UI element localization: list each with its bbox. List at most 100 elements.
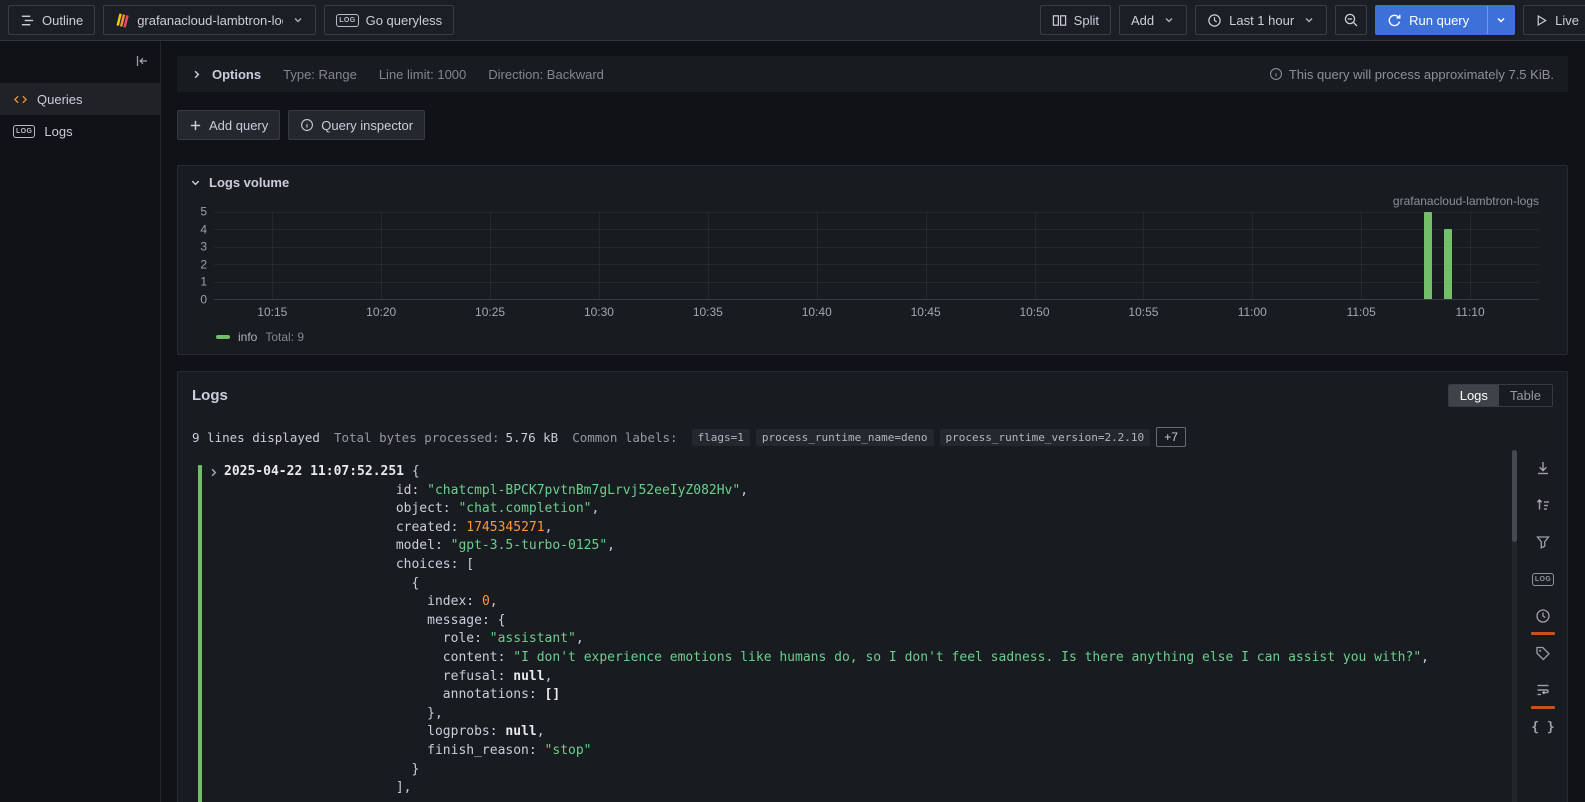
x-axis-tick: 10:20 bbox=[366, 305, 396, 319]
log-scrollbar-thumb[interactable] bbox=[1512, 450, 1517, 542]
log-json-line: logprobs: null, bbox=[208, 723, 1489, 742]
log-json-line: ], bbox=[208, 779, 1489, 798]
info-icon bbox=[1269, 67, 1283, 81]
log-json-segment: : bbox=[529, 743, 545, 758]
options-left: Options Type: Range Line limit: 1000 Dir… bbox=[191, 67, 604, 82]
download-logs-icon[interactable] bbox=[1529, 454, 1557, 482]
log-scrollbar[interactable] bbox=[1512, 450, 1517, 802]
label-chip: process_runtime_name=deno bbox=[756, 429, 934, 446]
sidebar-item-label: Queries bbox=[37, 92, 83, 107]
log-json-line: message: { bbox=[208, 612, 1489, 631]
more-labels-button[interactable]: +7 bbox=[1156, 427, 1186, 447]
bytes-processed-label: Total bytes processed: bbox=[334, 430, 500, 445]
go-queryless-label: Go queryless bbox=[366, 13, 443, 28]
wrap-lines-icon[interactable] bbox=[1529, 676, 1557, 704]
log-json-segment: null bbox=[513, 669, 544, 684]
common-labels-label: Common labels: bbox=[572, 430, 677, 445]
add-dropdown-button[interactable]: Add bbox=[1119, 5, 1187, 35]
add-query-button[interactable]: Add query bbox=[177, 110, 280, 140]
logs-panel-title: Logs bbox=[192, 387, 228, 404]
x-axis-tick: 10:15 bbox=[257, 305, 287, 319]
add-label: Add bbox=[1131, 13, 1154, 28]
log-json-segment: "chat.completion" bbox=[458, 501, 591, 516]
unique-labels-icon[interactable] bbox=[1529, 639, 1557, 667]
options-expand-toggle[interactable]: Options bbox=[191, 67, 261, 82]
outline-button[interactable]: Outline bbox=[8, 5, 95, 35]
log-json-segment: : { bbox=[482, 613, 505, 628]
query-inspector-label: Query inspector bbox=[321, 118, 413, 133]
log-json-line: choices: [ bbox=[208, 556, 1489, 575]
run-query-main[interactable]: Run query bbox=[1376, 6, 1480, 34]
prettify-json-icon[interactable]: { } bbox=[1529, 713, 1557, 741]
log-json-line: id: "chatcmpl-BPCK7pvtnBm7gLrvj52eeIyZ08… bbox=[208, 482, 1489, 501]
log-json-segment: null bbox=[505, 724, 536, 739]
view-toggle-logs[interactable]: Logs bbox=[1449, 385, 1499, 406]
logs-volume-header[interactable]: Logs volume bbox=[188, 175, 1557, 190]
refresh-icon bbox=[1387, 13, 1402, 28]
outline-icon bbox=[20, 13, 35, 28]
datasource-picker[interactable]: grafanacloud-lambtron-logs bbox=[103, 5, 316, 35]
log-json-segment: , bbox=[576, 631, 584, 646]
query-cost-info: This query will process approximately 7.… bbox=[1269, 67, 1554, 82]
log-json-segment: "I don't experience emotions like humans… bbox=[513, 650, 1421, 665]
logs-volume-title: Logs volume bbox=[209, 175, 289, 190]
log-json-line: refusal: null, bbox=[208, 668, 1489, 687]
log-json-segment: index bbox=[427, 594, 466, 609]
zoom-out-button[interactable] bbox=[1335, 5, 1367, 35]
add-query-label: Add query bbox=[209, 118, 268, 133]
legend-label-info[interactable]: info bbox=[238, 330, 257, 344]
log-open-brace: { bbox=[404, 463, 420, 482]
live-button[interactable]: Live bbox=[1523, 5, 1585, 35]
log-options-icon[interactable]: LOG bbox=[1529, 565, 1557, 593]
go-queryless-button[interactable]: LOG Go queryless bbox=[324, 5, 454, 35]
log-rows-area: 2025-04-22 11:07:52.251 { id: "chatcmpl-… bbox=[192, 463, 1553, 798]
time-range-label: Last 1 hour bbox=[1229, 13, 1294, 28]
log-json-line: } bbox=[208, 761, 1489, 780]
view-toggle-table[interactable]: Table bbox=[1499, 385, 1552, 406]
logs-panel: Logs Logs Table 9 lines displayed Total … bbox=[177, 371, 1568, 802]
v-gridline bbox=[1470, 212, 1471, 299]
play-icon bbox=[1535, 14, 1548, 27]
v-gridline bbox=[1361, 212, 1362, 299]
sidebar-item-queries[interactable]: Queries bbox=[0, 83, 160, 115]
log-row[interactable]: 2025-04-22 11:07:52.251 { id: "chatcmpl-… bbox=[208, 463, 1489, 798]
run-query-caret[interactable] bbox=[1487, 6, 1514, 34]
sort-order-icon[interactable] bbox=[1529, 491, 1557, 519]
zoom-out-icon bbox=[1343, 12, 1359, 28]
top-toolbar: Outline grafanacloud-lambtron-logs LOG G… bbox=[0, 0, 1585, 41]
show-time-icon[interactable] bbox=[1529, 602, 1557, 630]
log-timestamp-line: 2025-04-22 11:07:52.251 { bbox=[208, 463, 1489, 482]
options-label: Options bbox=[212, 67, 261, 82]
sidebar-item-label: Logs bbox=[44, 124, 72, 139]
label-chip: process_runtime_version=2.2.10 bbox=[940, 429, 1151, 446]
query-inspector-button[interactable]: Query inspector bbox=[288, 110, 425, 140]
v-gridline bbox=[381, 212, 382, 299]
run-query-button[interactable]: Run query bbox=[1375, 5, 1515, 35]
h-gridline bbox=[214, 282, 1539, 283]
chart-plot-area[interactable] bbox=[214, 212, 1539, 300]
label-chip: flags=1 bbox=[692, 429, 750, 446]
log-timestamp: 2025-04-22 11:07:52.251 bbox=[224, 463, 404, 482]
log-json-line: annotations: [] bbox=[208, 686, 1489, 705]
volume-bar bbox=[1424, 212, 1432, 299]
legend-total: Total: 9 bbox=[265, 330, 304, 344]
y-axis-tick: 1 bbox=[200, 275, 207, 289]
log-json-segment: , bbox=[490, 594, 498, 609]
v-gridline bbox=[926, 212, 927, 299]
log-json-segment: } bbox=[411, 762, 419, 777]
chart-series-label: grafanacloud-lambtron-logs bbox=[188, 194, 1539, 212]
log-json-segment: , bbox=[537, 724, 545, 739]
logs-controls-rail: LOG { } bbox=[1527, 454, 1559, 741]
time-range-picker[interactable]: Last 1 hour bbox=[1195, 5, 1327, 35]
filter-levels-icon[interactable] bbox=[1529, 528, 1557, 556]
log-expand-toggle[interactable] bbox=[208, 467, 222, 478]
query-options-bar: Options Type: Range Line limit: 1000 Dir… bbox=[177, 56, 1568, 92]
log-json-segment: : [ bbox=[451, 557, 474, 572]
log-json-segment: "chatcmpl-BPCK7pvtnBm7gLrvj52eeIyZ082Hv" bbox=[427, 483, 740, 498]
log-json-segment: , bbox=[607, 538, 615, 553]
chart-legend: info Total: 9 bbox=[216, 330, 1557, 344]
collapse-sidebar-icon[interactable] bbox=[134, 53, 150, 69]
split-button[interactable]: Split bbox=[1040, 5, 1111, 35]
chart-y-axis: 543210 bbox=[188, 212, 214, 300]
sidebar-item-logs[interactable]: LOG Logs bbox=[0, 115, 160, 147]
